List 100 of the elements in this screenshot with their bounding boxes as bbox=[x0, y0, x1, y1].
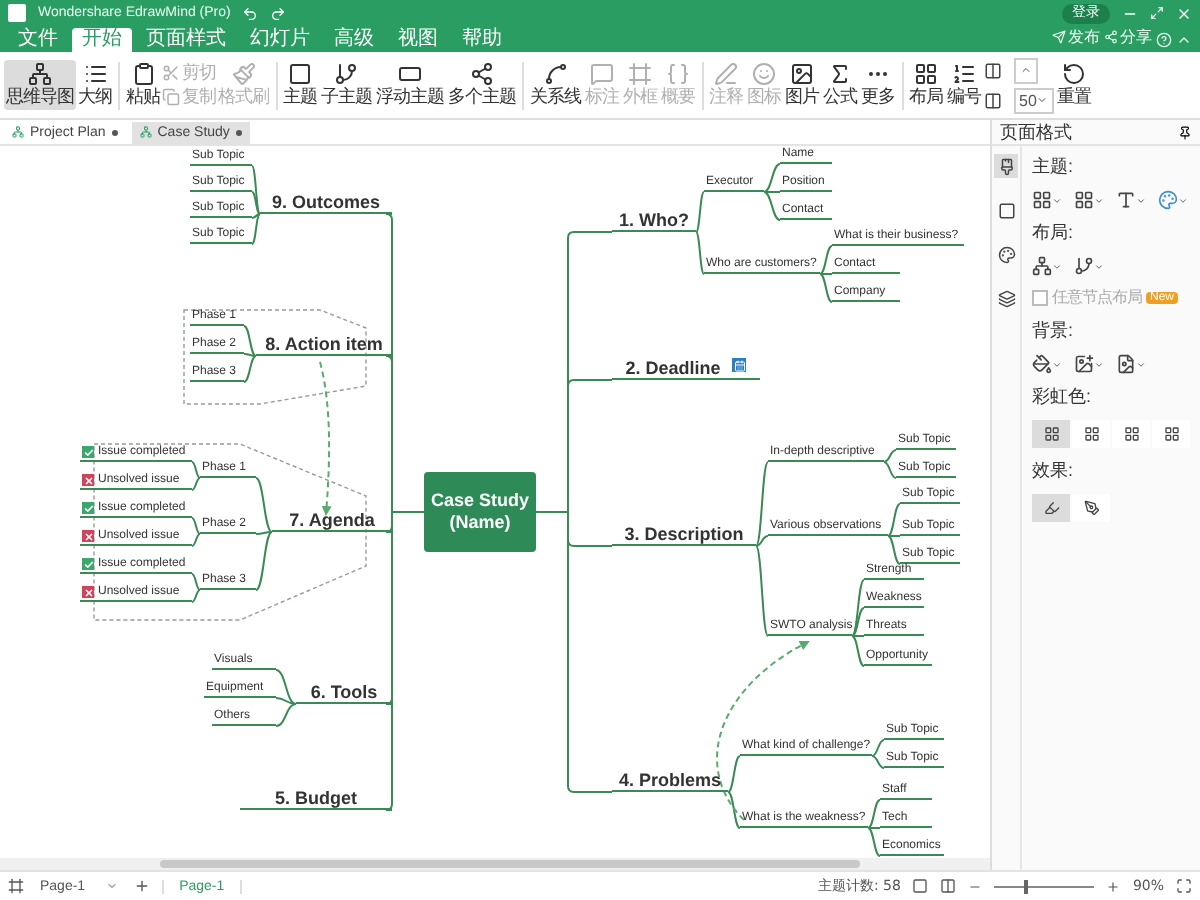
unsaved-dot-icon bbox=[235, 129, 242, 135]
zoom-slider-thumb[interactable] bbox=[1024, 879, 1029, 893]
toolbar-button[interactable]: 大纲 bbox=[76, 60, 114, 110]
help-icon[interactable] bbox=[1156, 32, 1172, 48]
effect-option[interactable] bbox=[1072, 494, 1110, 522]
columns-icon[interactable] bbox=[940, 878, 957, 894]
section-label: 主题: bbox=[1032, 154, 1076, 180]
rainbow-option[interactable] bbox=[1032, 420, 1070, 448]
rainbow-option[interactable] bbox=[1152, 420, 1190, 448]
undo-icon[interactable] bbox=[242, 5, 259, 21]
number-spinner[interactable]: 50 bbox=[1013, 87, 1055, 113]
cross-icon bbox=[82, 586, 94, 598]
section-label: 彩虹色: bbox=[1032, 384, 1094, 410]
toolbar-button[interactable]: 浮动主题 bbox=[374, 60, 446, 110]
curve-icon bbox=[543, 62, 568, 86]
main-topic[interactable]: 4. Problems bbox=[612, 768, 728, 792]
pen-icon bbox=[714, 62, 738, 86]
rainbow-option[interactable] bbox=[1072, 420, 1110, 448]
add-page-icon[interactable] bbox=[133, 878, 150, 894]
fullscreen-icon[interactable] bbox=[1176, 878, 1192, 894]
toolbar-button[interactable]: 多个主题 bbox=[446, 60, 518, 110]
calendar-icon bbox=[732, 358, 747, 372]
palette-icon[interactable] bbox=[994, 242, 1018, 266]
app-logo-icon bbox=[8, 4, 26, 22]
toolbar-button[interactable]: 更多 bbox=[859, 60, 897, 110]
effect-option[interactable] bbox=[1032, 494, 1070, 522]
redo-icon[interactable] bbox=[270, 5, 287, 21]
panel-title: 页面格式 bbox=[1000, 119, 1072, 145]
pin-icon[interactable] bbox=[1178, 125, 1192, 139]
grid-dropdown-icon[interactable] bbox=[1032, 190, 1062, 210]
brush-icon[interactable] bbox=[994, 154, 1018, 178]
toolbar-button[interactable]: 主题 bbox=[281, 60, 319, 110]
sigma-icon bbox=[828, 62, 852, 86]
grid-icon bbox=[1163, 426, 1179, 442]
toolbar-button[interactable]: 编号 bbox=[945, 60, 983, 110]
toolbar-button[interactable]: 思维导图 bbox=[4, 60, 76, 110]
toolbar-button[interactable]: 粘贴 bbox=[124, 60, 162, 110]
mindmap-icon bbox=[28, 62, 52, 86]
picture-dropdown-icon[interactable] bbox=[1116, 354, 1146, 374]
scissors-icon bbox=[162, 64, 180, 82]
check-icon bbox=[82, 502, 94, 514]
maximize-icon[interactable] bbox=[1150, 6, 1164, 20]
toolbar-button[interactable]: 重置 bbox=[1054, 60, 1093, 110]
grid-dropdown-icon[interactable] bbox=[1074, 190, 1104, 210]
page-icon[interactable] bbox=[8, 878, 24, 894]
main-topic[interactable]: 3. Description bbox=[612, 522, 756, 546]
checkbox-label: 任意节点布局 bbox=[1052, 286, 1142, 308]
connector-dropdown-icon[interactable] bbox=[1074, 256, 1104, 276]
layers-icon[interactable] bbox=[994, 286, 1018, 310]
spacing-icon bbox=[983, 61, 1001, 79]
main-topic[interactable]: 9. Outcomes bbox=[260, 190, 392, 214]
toolbar-button[interactable]: 公式 bbox=[821, 60, 859, 110]
clipboard-icon bbox=[131, 62, 155, 86]
rainbow-option[interactable] bbox=[1112, 420, 1150, 448]
close-icon[interactable] bbox=[1176, 5, 1192, 21]
toolbar-button[interactable]: 布局 bbox=[907, 60, 945, 110]
layout-dropdown-icon[interactable] bbox=[1032, 256, 1062, 276]
chevron-down-icon bbox=[1036, 94, 1049, 106]
chevron-down-icon bbox=[105, 880, 118, 892]
square-icon bbox=[288, 62, 312, 86]
speech-bubble-icon bbox=[590, 62, 614, 86]
grid-icon bbox=[1043, 426, 1059, 442]
brace-icon bbox=[666, 62, 690, 86]
chevron-up-icon bbox=[1019, 64, 1031, 76]
page-icon[interactable] bbox=[994, 198, 1018, 222]
checkbox[interactable] bbox=[1032, 289, 1048, 305]
font-dropdown-icon[interactable] bbox=[1116, 190, 1146, 210]
send-icon bbox=[1052, 30, 1066, 44]
mindmap-icon bbox=[139, 126, 152, 138]
cross-icon bbox=[82, 474, 94, 486]
check-icon bbox=[82, 446, 94, 458]
spacing-icon bbox=[983, 91, 1001, 109]
main-topic[interactable]: 7. Agenda bbox=[272, 508, 392, 532]
copy-icon bbox=[162, 88, 180, 106]
menu-tab[interactable]: 开始 bbox=[72, 28, 132, 52]
palette-dropdown-icon[interactable] bbox=[1158, 190, 1188, 210]
main-topic[interactable]: 8. Action item bbox=[256, 332, 392, 356]
section-label: 背景: bbox=[1032, 318, 1076, 344]
share-icon bbox=[1104, 30, 1118, 44]
main-topic[interactable]: 2. Deadline bbox=[612, 356, 760, 380]
central-topic[interactable]: Case Study (Name) bbox=[424, 472, 536, 552]
unsaved-dot-icon bbox=[111, 129, 118, 135]
highlighter-icon bbox=[1043, 500, 1059, 516]
fit-page-icon[interactable] bbox=[912, 878, 929, 894]
grid-icon bbox=[1083, 426, 1099, 442]
toolbar-button[interactable]: 子主题 bbox=[319, 60, 374, 110]
paintbrush-icon bbox=[231, 62, 256, 86]
fill-dropdown-icon[interactable] bbox=[1032, 354, 1062, 374]
zoom-in-icon[interactable] bbox=[1106, 879, 1121, 893]
main-topic[interactable]: 1. Who? bbox=[612, 208, 696, 232]
toolbar-button[interactable]: 图片 bbox=[783, 60, 821, 110]
collapse-icon[interactable] bbox=[1176, 32, 1192, 48]
rectangle-icon bbox=[398, 62, 422, 86]
pen-icon bbox=[1083, 500, 1099, 516]
toolbar-button[interactable]: 关系线 bbox=[528, 60, 583, 110]
main-topic[interactable]: 6. Tools bbox=[296, 680, 392, 704]
branch-icon bbox=[334, 62, 359, 86]
frame-icon bbox=[628, 62, 652, 86]
image-dropdown-icon[interactable] bbox=[1074, 354, 1104, 374]
main-topic[interactable]: 5. Budget bbox=[240, 786, 392, 810]
